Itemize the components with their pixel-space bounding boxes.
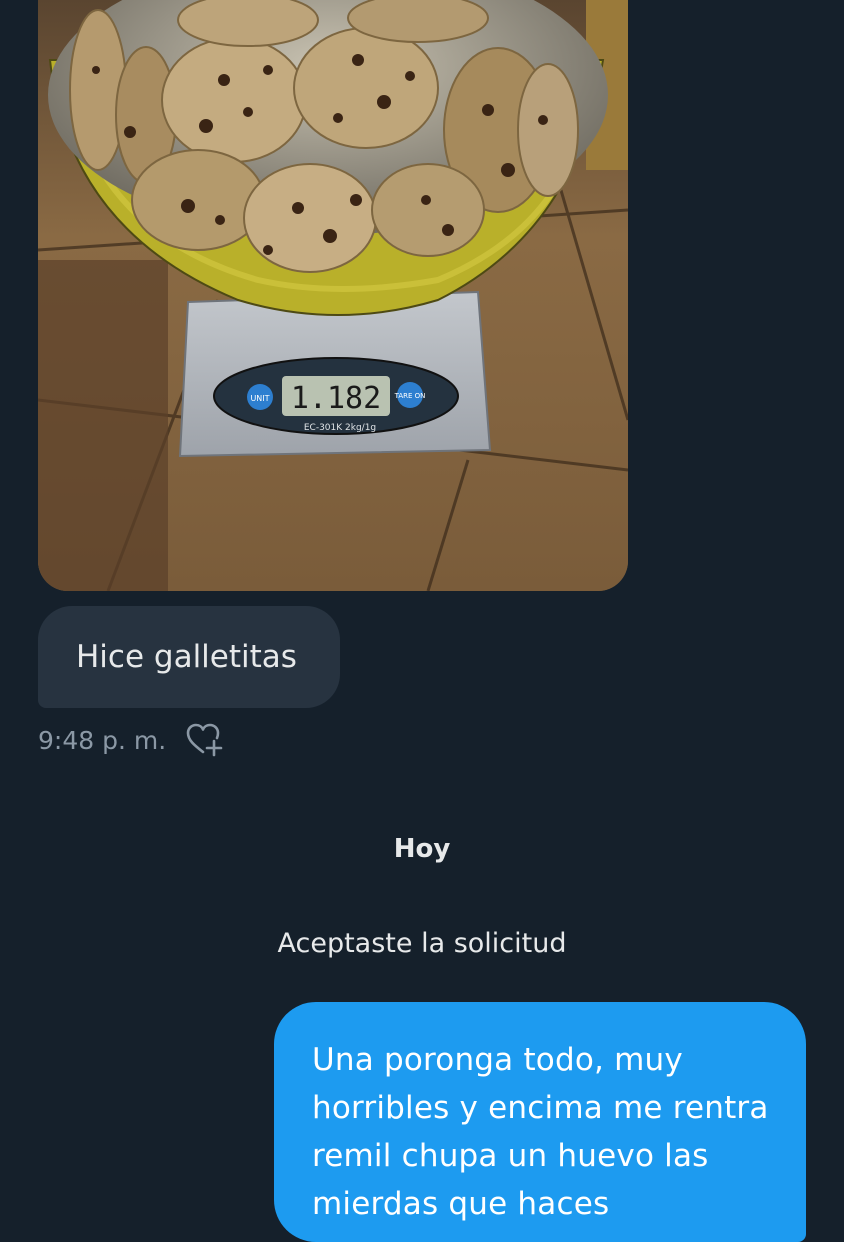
message-photo[interactable]: 1.182 UNIT TARE ON EC-301K 2kg/1g bbox=[38, 0, 628, 591]
heart-plus-icon[interactable] bbox=[186, 723, 224, 757]
outgoing-message-bubble[interactable]: Una poronga todo, muy horribles y encima… bbox=[274, 1002, 806, 1242]
cookies-on-scale-photo: 1.182 UNIT TARE ON EC-301K 2kg/1g bbox=[38, 0, 628, 591]
outgoing-message-text: Una poronga todo, muy horribles y encima… bbox=[312, 1042, 769, 1222]
system-message: Aceptaste la solicitud bbox=[277, 928, 567, 959]
scale-model-label: EC-301K 2kg/1g bbox=[304, 423, 376, 433]
scale-display-text: 1.182 bbox=[291, 381, 381, 416]
day-separator: Hoy bbox=[393, 834, 451, 864]
incoming-message-text: Hice galletitas bbox=[76, 639, 297, 675]
scale-tare-label: TARE ON bbox=[394, 392, 426, 400]
incoming-message-bubble[interactable]: Hice galletitas bbox=[38, 606, 340, 708]
message-timestamp: 9:48 p. m. bbox=[38, 725, 167, 755]
scale-unit-label: UNIT bbox=[250, 394, 269, 403]
message-meta: 9:48 p. m. bbox=[38, 720, 224, 760]
